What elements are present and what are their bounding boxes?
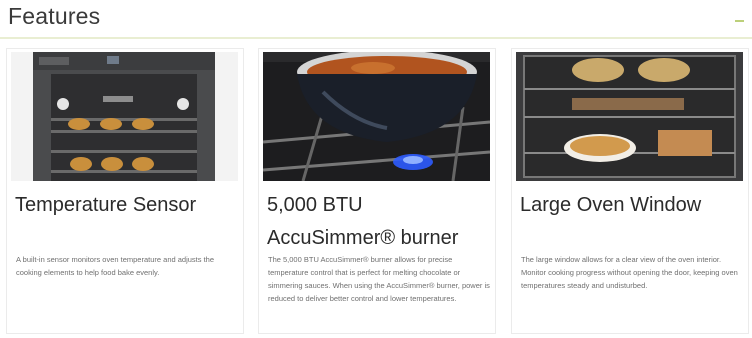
oven-window-image bbox=[516, 52, 743, 181]
feature-description: The large window allows for a clear view… bbox=[521, 255, 738, 290]
oven-interior-image bbox=[11, 52, 238, 181]
feature-title: Temperature Sensor bbox=[15, 194, 197, 216]
burner-pot-image bbox=[263, 52, 490, 181]
features-header: Features bbox=[0, 0, 752, 40]
feature-card-temperature-sensor: Temperature Sensor A built-in sensor mon… bbox=[6, 48, 244, 334]
header-divider bbox=[0, 37, 752, 39]
section-title: Features bbox=[8, 3, 101, 29]
feature-description: The 5,000 BTU AccuSimmer® burner allows … bbox=[268, 255, 490, 303]
feature-card-accusimmer-burner: 5,000 BTU AccuSimmer® burner The 5,000 B… bbox=[258, 48, 496, 334]
collapse-icon[interactable] bbox=[735, 20, 744, 22]
feature-description: A built-in sensor monitors oven temperat… bbox=[16, 255, 215, 277]
feature-card-large-oven-window: Large Oven Window The large window allow… bbox=[511, 48, 749, 334]
feature-title: Large Oven Window bbox=[520, 194, 702, 216]
feature-title: 5,000 BTU AccuSimmer® burner bbox=[267, 194, 459, 249]
